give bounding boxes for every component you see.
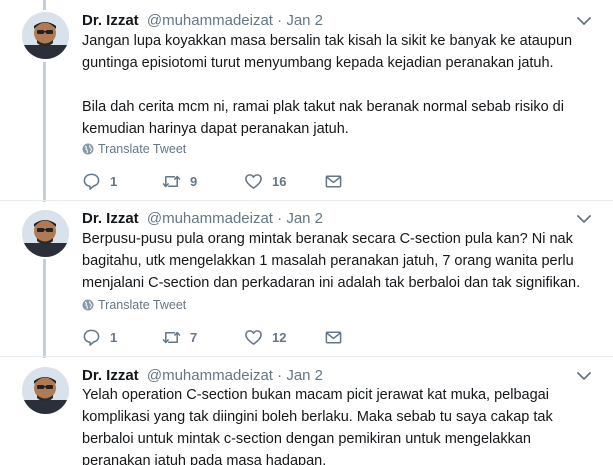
retweet-button[interactable]: 9 [162,172,197,191]
heart-icon [245,174,262,189]
chevron-down-icon[interactable] [577,16,591,26]
globe-icon [82,143,94,155]
translate-tweet-link[interactable]: Translate Tweet [82,298,186,312]
translate-label: Translate Tweet [98,142,187,156]
separator-dot: · [277,367,283,384]
tweet-text-line: Berpusu-pusu pula orang mintak beranak s… [82,231,573,247]
tweet-divider [0,356,613,357]
tweet-text-line: berbaloi untuk mintak c-section dengan p… [82,431,531,447]
translate-tweet-link[interactable]: Translate Tweet [82,142,186,156]
separator-dot: · [277,210,283,227]
heart-icon [245,330,262,345]
avatar[interactable] [22,12,69,59]
envelope-icon [325,331,342,344]
retweet-icon [162,331,181,344]
user-handle[interactable]: @muhammadeizat [147,367,273,384]
like-button[interactable]: 12 [244,328,286,347]
avatar-image [22,210,69,257]
reply-button[interactable]: 1 [82,328,117,347]
tweet-text-line: peranakan jatuh pada masa hadapan. [82,453,327,465]
tweet[interactable]: Dr. Izzat @muhammadeizat · Jan 2 Berpusu… [0,210,613,350]
globe-icon [82,299,94,311]
tweet-text-line: Bila dah cerita mcm ni, ramai plak takut… [82,99,564,115]
tweet-text-line: komplikasi yang tak diingini boleh berla… [82,409,553,425]
tweet-actions: 1 7 12 [82,328,362,348]
tweet-text: Jangan lupa koyakkan masa bersalin tak k… [82,30,582,140]
chevron-down-icon[interactable] [577,371,591,381]
like-count: 16 [272,174,287,189]
thread-line [43,0,46,10]
tweet-text-line: bagitahu, utk mengelakkan 1 masalah pera… [82,253,574,269]
retweet-button[interactable]: 7 [162,328,197,347]
retweet-count: 7 [190,330,198,345]
user-handle[interactable]: @muhammadeizat [147,210,273,227]
tweet-text-line: guntinga episiotomi turut menyumbang kep… [82,55,554,71]
display-name[interactable]: Dr. Izzat [82,367,139,384]
reply-icon [83,173,100,190]
reply-count: 1 [110,330,118,345]
retweet-icon [162,175,181,188]
user-handle[interactable]: @muhammadeizat [147,12,273,29]
tweet-date[interactable]: Jan 2 [286,12,323,29]
reply-icon [83,329,100,346]
tweet-header: Dr. Izzat @muhammadeizat · Jan 2 [82,210,323,228]
tweet-actions: 1 9 16 [82,172,362,192]
tweet-divider [0,200,613,201]
retweet-count: 9 [190,174,198,189]
tweet-text: Berpusu-pusu pula orang mintak beranak s… [82,228,582,294]
like-count: 12 [272,330,287,345]
display-name[interactable]: Dr. Izzat [82,210,139,227]
tweet-text-line: Yelah operation C-section bukan macam pi… [82,387,549,403]
avatar-image [22,12,69,59]
tweet-text-line: kemudian harinya dapat peranakan jatuh. [82,121,349,137]
tweet[interactable]: Dr. Izzat @muhammadeizat · Jan 2 Jangan … [0,12,613,202]
direct-message-button[interactable] [324,172,343,191]
tweet-header: Dr. Izzat @muhammadeizat · Jan 2 [82,12,323,30]
display-name[interactable]: Dr. Izzat [82,12,139,29]
chevron-down-icon[interactable] [577,214,591,224]
envelope-icon [325,175,342,188]
avatar[interactable] [22,367,69,414]
direct-message-button[interactable] [324,328,343,347]
like-button[interactable]: 16 [244,172,286,191]
avatar-image [22,367,69,414]
reply-button[interactable]: 1 [82,172,117,191]
tweet[interactable]: Dr. Izzat @muhammadeizat · Jan 2 Yelah o… [0,367,613,465]
tweet-text-line: Jangan lupa koyakkan masa bersalin tak k… [82,33,573,49]
translate-label: Translate Tweet [98,298,187,312]
reply-count: 1 [110,174,118,189]
tweet-date[interactable]: Jan 2 [286,210,323,227]
tweet-date[interactable]: Jan 2 [286,367,323,384]
tweet-text: Yelah operation C-section bukan macam pi… [82,384,582,465]
tweet-header: Dr. Izzat @muhammadeizat · Jan 2 [82,367,323,385]
separator-dot: · [277,12,283,29]
avatar[interactable] [22,210,69,257]
tweet-text-line: menjalani C-section dan perkadaran ini a… [82,275,581,291]
